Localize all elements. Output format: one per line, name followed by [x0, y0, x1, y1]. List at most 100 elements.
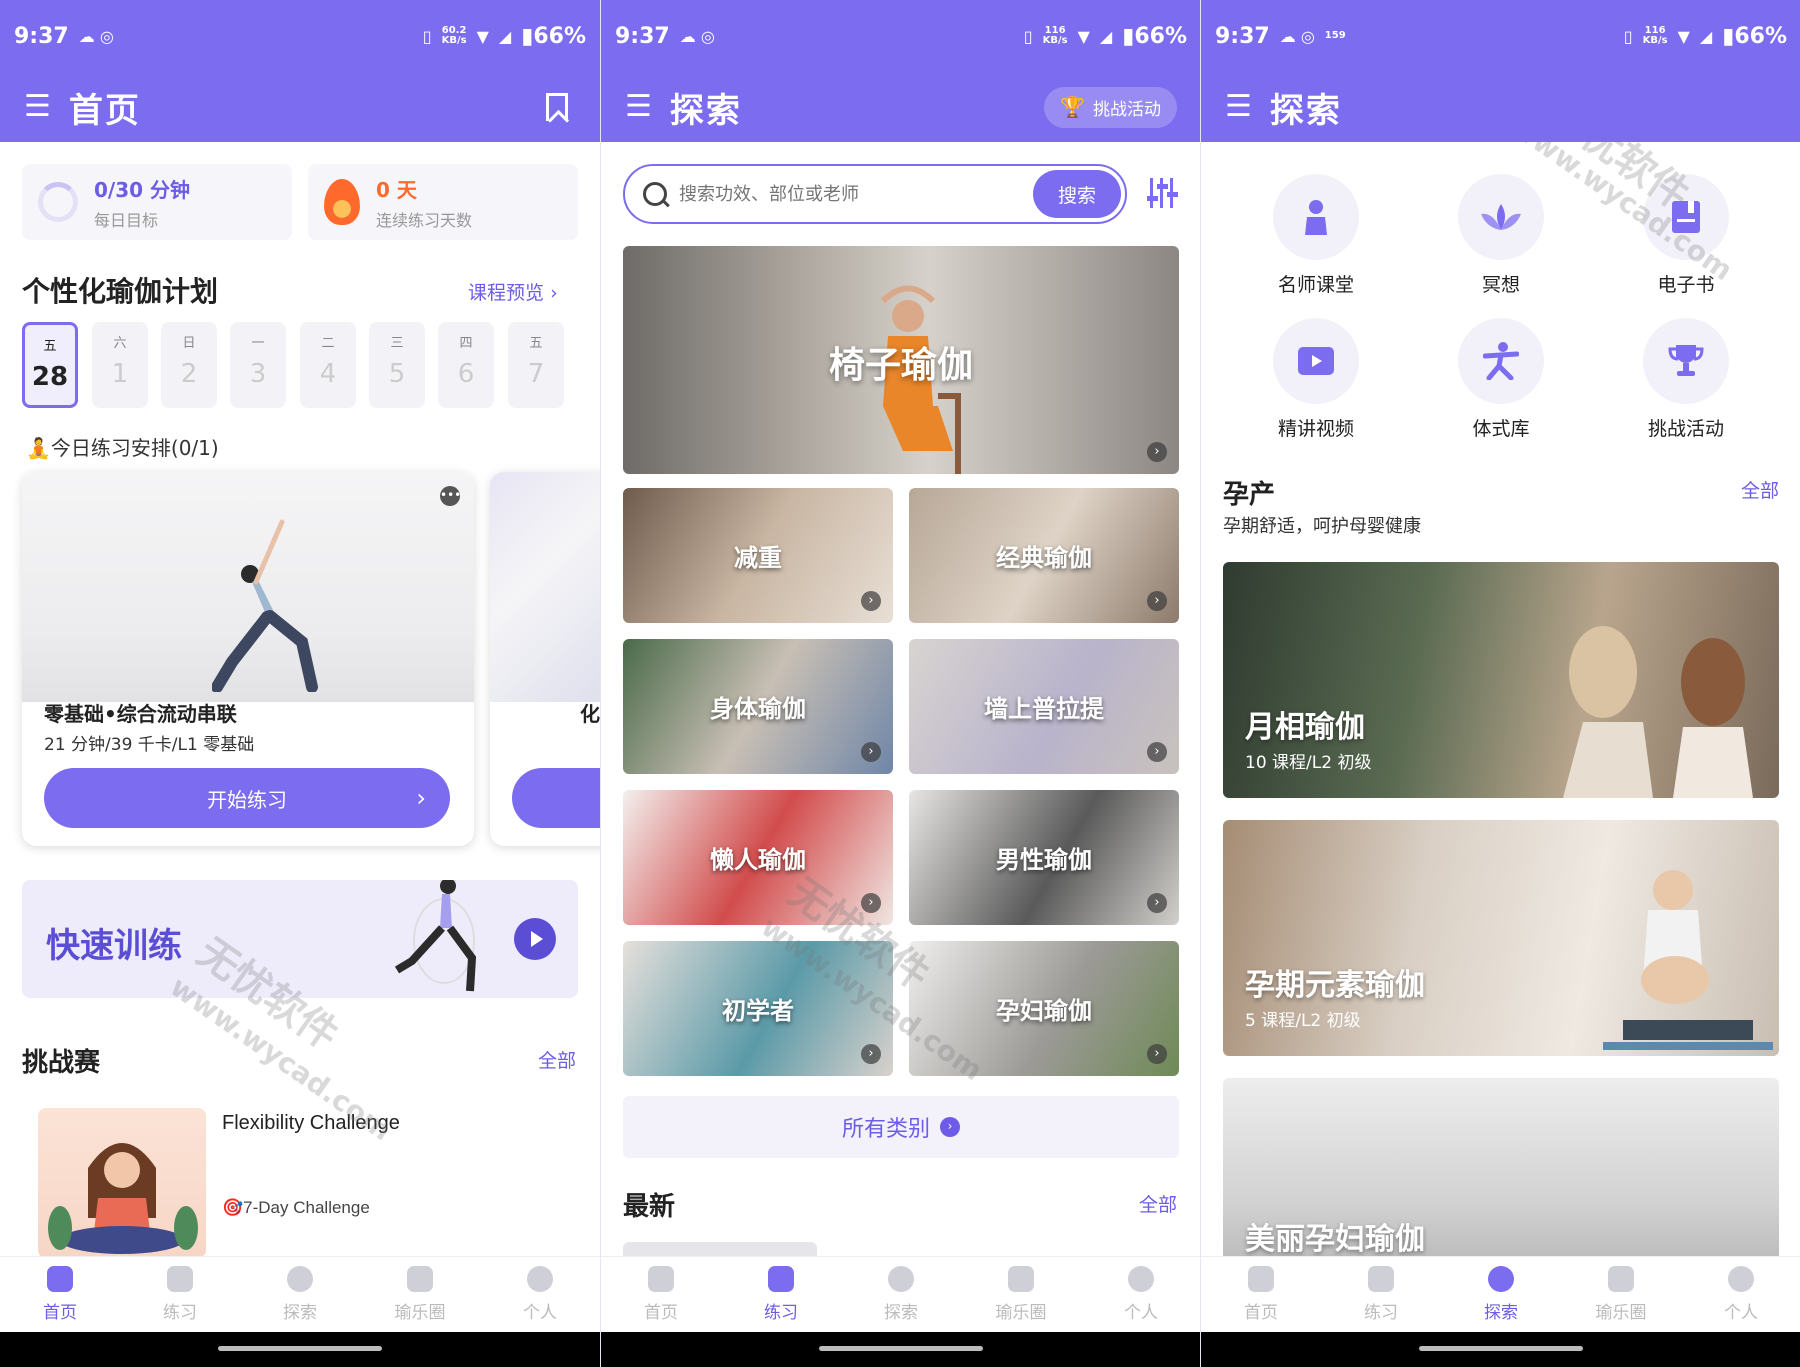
compass-icon [888, 1266, 914, 1292]
explore-content: 名师课堂 冥想 电子书 精讲视频 体式库 挑战活动 孕产 全部 孕期舒适，呵护母… [1201, 142, 1800, 1256]
vibrate-icon: ▯ [422, 26, 432, 46]
nav-profile[interactable]: 个人 [1681, 1257, 1800, 1332]
course-title: 月相瑜伽 [1245, 710, 1365, 745]
nav-explore[interactable]: 探索 [240, 1257, 360, 1332]
start-practice-button[interactable] [512, 768, 600, 828]
category-prenatal-yoga[interactable]: 孕妇瑜伽 › [909, 941, 1179, 1076]
nav-home[interactable]: 首页 [601, 1257, 721, 1332]
day-cell[interactable]: 一3 [230, 322, 286, 408]
app-bar: ☰ 探索 🏆 挑战活动 [601, 72, 1200, 142]
nav-community[interactable]: 瑜乐圈 [1561, 1257, 1681, 1332]
daily-goal-card[interactable]: 0/30 分钟 每日目标 [22, 164, 292, 240]
challenges-all-link[interactable]: 全部 [538, 1046, 576, 1073]
nav-explore[interactable]: 探索 [1441, 1257, 1561, 1332]
day-cell[interactable]: 日2 [161, 322, 217, 408]
day-cell[interactable]: 二4 [300, 322, 356, 408]
plan-card-next[interactable]: 化 [490, 472, 600, 846]
play-icon[interactable] [514, 918, 556, 960]
bookmark-button[interactable] [546, 93, 576, 121]
course-card-beautiful-prenatal-yoga[interactable]: 美丽孕妇瑜伽 [1223, 1078, 1779, 1256]
menu-icon[interactable]: ☰ [24, 92, 51, 122]
quick-training-card[interactable]: 快速训练 [22, 880, 578, 998]
feature-pose-library[interactable]: 体式库 [1436, 318, 1566, 441]
nav-community[interactable]: 瑜乐圈 [360, 1257, 480, 1332]
course-title: 美丽孕妇瑜伽 [1245, 1222, 1425, 1256]
featured-chair-yoga[interactable]: 椅子瑜伽 › [623, 246, 1179, 474]
pose-icon [1483, 342, 1519, 380]
practice-content: 搜索 椅子瑜伽 › 减重› 经典瑜伽› 身体瑜伽› 墙上普拉提› [601, 142, 1200, 1256]
category-weight-loss[interactable]: 减重 › [623, 488, 893, 623]
course-preview-link[interactable]: 课程预览 › [468, 278, 558, 305]
menu-icon[interactable]: ☰ [625, 92, 652, 122]
streak-value: 0 天 [376, 177, 417, 202]
day-cell[interactable]: 六1 [92, 322, 148, 408]
compass-icon [1488, 1266, 1514, 1292]
category-men-yoga[interactable]: 男性瑜伽 › [909, 790, 1179, 925]
compass-icon [287, 1266, 313, 1292]
more-options-icon[interactable]: ••• [440, 486, 461, 506]
calendar-icon [1248, 1266, 1274, 1292]
net-speed: 60.2 KB/s [441, 25, 467, 46]
menu-icon[interactable]: ☰ [1225, 92, 1252, 122]
category-lazy-yoga[interactable]: 懒人瑜伽 › [623, 790, 893, 925]
category-body-yoga[interactable]: 身体瑜伽 › [623, 639, 893, 774]
vibrate-icon: ▯ [1023, 26, 1033, 46]
day-cell[interactable]: 四6 [438, 322, 494, 408]
chevron-right-icon: › [416, 784, 426, 812]
nav-practice[interactable]: 练习 [1321, 1257, 1441, 1332]
chevron-right-icon: › [1147, 442, 1167, 462]
bottom-nav: 首页 练习 探索 瑜乐圈 个人 [0, 1256, 600, 1332]
quick-training-illustration [394, 880, 477, 992]
nav-home[interactable]: 首页 [1201, 1257, 1321, 1332]
challenge-item[interactable]: Flexibility Challenge 🎯7-Day Challenge [22, 1092, 578, 1256]
nav-community[interactable]: 瑜乐圈 [961, 1257, 1081, 1332]
feature-meditation[interactable]: 冥想 [1436, 174, 1566, 297]
course-card-moon-yoga[interactable]: 月相瑜伽 10 课程/L2 初级 [1223, 562, 1779, 798]
search-button[interactable]: 搜索 [1033, 170, 1121, 218]
prenatal-title: 孕产 [1223, 480, 1276, 510]
gesture-bar [1201, 1332, 1800, 1367]
battery-level: ▮66% [521, 23, 586, 49]
feature-challenge[interactable]: 挑战活动 [1621, 318, 1751, 441]
nav-explore[interactable]: 探索 [841, 1257, 961, 1332]
category-wall-pilates[interactable]: 墙上普拉提 › [909, 639, 1179, 774]
video-icon [1298, 347, 1334, 375]
meditation-illustration [48, 1143, 198, 1254]
nav-home[interactable]: 首页 [0, 1257, 120, 1332]
nav-practice[interactable]: 练习 [721, 1257, 841, 1332]
nav-profile[interactable]: 个人 [480, 1257, 600, 1332]
trophy-icon: 🏆 [1060, 95, 1085, 119]
day-cell[interactable]: 五7 [508, 322, 564, 408]
course-card-elements-yoga[interactable]: 孕期元素瑜伽 5 课程/L2 初级 [1223, 820, 1779, 1056]
search-input[interactable] [679, 183, 1009, 205]
day-cell-today[interactable]: 五 28 [22, 322, 78, 408]
feature-video[interactable]: 精讲视频 [1251, 318, 1381, 441]
prenatal-all-link[interactable]: 全部 [1741, 476, 1779, 503]
plan-course-title-peek: 化 [580, 702, 600, 726]
start-practice-button[interactable]: 开始练习 › [44, 768, 450, 828]
wifi-icon: ▼ [1077, 26, 1090, 46]
category-classic-yoga[interactable]: 经典瑜伽 › [909, 488, 1179, 623]
nav-practice[interactable]: 练习 [120, 1257, 240, 1332]
all-categories-button[interactable]: 所有类别 › [623, 1096, 1179, 1158]
status-time: 9:37 [615, 23, 670, 49]
status-time: 9:37 [14, 23, 69, 49]
lotus-icon [1481, 204, 1521, 230]
streak-card[interactable]: 0 天 连续练习天数 [308, 164, 578, 240]
feature-teacher-class[interactable]: 名师课堂 [1251, 174, 1381, 297]
challenge-activity-button[interactable]: 🏆 挑战活动 [1044, 86, 1177, 128]
chevron-right-icon: › [861, 742, 881, 762]
feature-ebook[interactable]: 电子书 [1621, 174, 1751, 297]
battery-level: ▮66% [1722, 23, 1787, 49]
nav-profile[interactable]: 个人 [1081, 1257, 1200, 1332]
signal-icon: ◢ [1099, 26, 1113, 46]
filter-icon[interactable] [1147, 178, 1178, 208]
latest-card-peek[interactable] [623, 1242, 817, 1256]
plan-card[interactable]: ••• 零基础•综合流动串联 21 分钟/39 千卡/L1 零基础 开始练习 › [22, 472, 474, 846]
day-cell[interactable]: 三5 [369, 322, 425, 408]
course-photo [1563, 626, 1753, 798]
search-bar: 搜索 [623, 164, 1127, 224]
vibrate-icon: ▯ [1623, 26, 1633, 46]
category-beginner[interactable]: 初学者 › [623, 941, 893, 1076]
latest-all-link[interactable]: 全部 [1139, 1190, 1177, 1217]
